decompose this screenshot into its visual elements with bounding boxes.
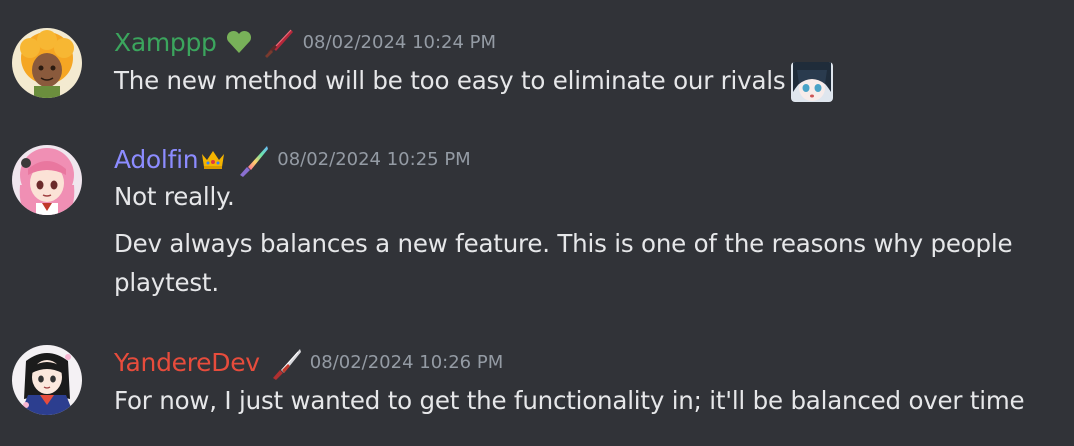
username[interactable]: Xamppp (114, 28, 217, 57)
username[interactable]: YandereDev (114, 348, 260, 377)
timestamp[interactable]: 08/02/2024 10:24 PM (303, 32, 496, 53)
message-header: Adolfin 08/02/2024 10:25 PM (114, 142, 471, 177)
message-text: playtest. (114, 268, 219, 297)
anime-girl-emote[interactable] (791, 62, 834, 102)
avatar[interactable] (12, 345, 82, 415)
chat-message-list: Xamppp 08/02/2024 10:24 PM The new metho… (0, 0, 1074, 446)
avatar[interactable] (12, 145, 82, 215)
rainbow-knife-icon (235, 145, 269, 177)
avatar[interactable] (12, 28, 82, 98)
bloody-knife-icon (268, 348, 302, 380)
message-header: Xamppp 08/02/2024 10:24 PM (114, 25, 496, 59)
message-text: Not really. (114, 182, 235, 211)
username[interactable]: Adolfin (114, 145, 199, 174)
crown-icon (199, 145, 227, 173)
message-text: The new method will be too easy to elimi… (114, 62, 834, 102)
message-text: For now, I just wanted to get the functi… (114, 386, 1025, 415)
red-dagger-icon (261, 28, 295, 58)
green-heart-icon (225, 28, 253, 56)
message-text: Dev always balances a new feature. This … (114, 229, 1013, 258)
timestamp[interactable]: 08/02/2024 10:26 PM (310, 352, 503, 373)
message-header: YandereDev 08/02/2024 10:26 PM (114, 345, 503, 380)
timestamp[interactable]: 08/02/2024 10:25 PM (277, 149, 470, 170)
